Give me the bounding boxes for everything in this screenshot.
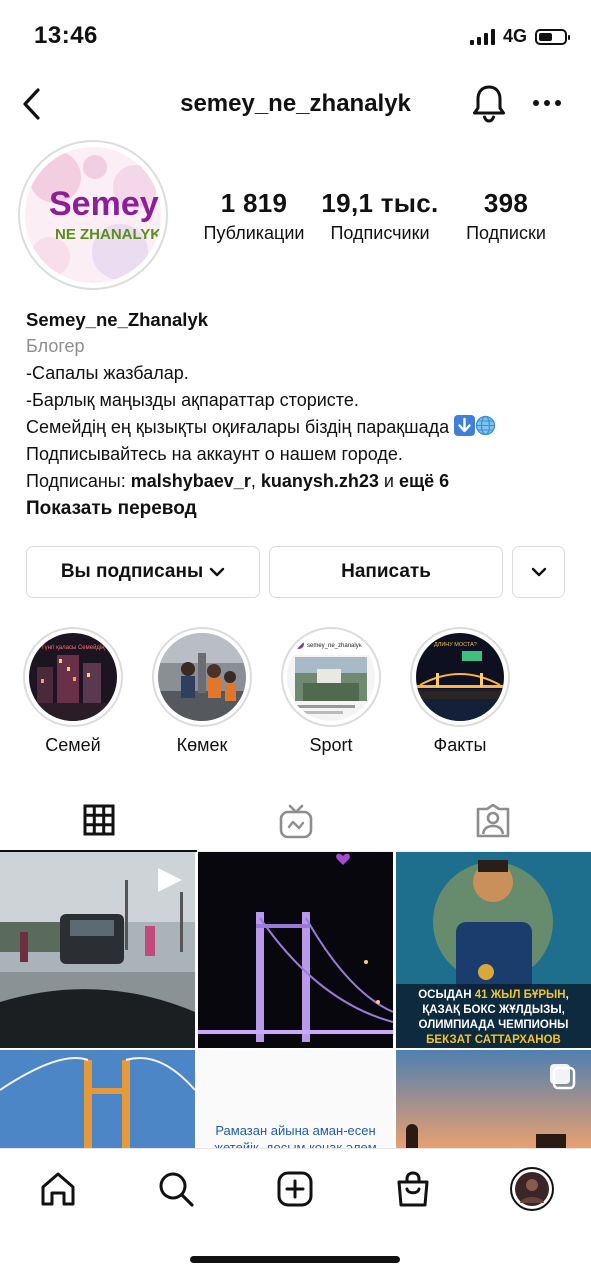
followed-by-separator: ,: [250, 471, 261, 491]
highlight-ring: [152, 627, 252, 727]
post-thumbnail[interactable]: Рамазан айына аман-есен жетейік, досым қ…: [198, 1050, 393, 1148]
grid-icon: [83, 804, 114, 836]
highlight-label: Sport: [309, 735, 353, 755]
tagged-person-icon: [476, 804, 509, 838]
following-button[interactable]: Вы подписаны: [26, 546, 260, 598]
profile-avatar[interactable]: Semey NE ZHANALYK: [18, 140, 168, 290]
post-thumbnail[interactable]: [198, 852, 393, 1048]
tab-tagged[interactable]: [394, 790, 591, 852]
followed-by-prefix: Подписаны:: [26, 471, 131, 491]
chevron-down-icon: [209, 567, 225, 577]
logo-text-ne-zhanalyk: NE ZHANALYK: [55, 226, 161, 243]
tv-icon: [279, 804, 312, 839]
logo-text-semey: Semey: [49, 185, 159, 223]
highlight-ring: semey_ne_zhanalyk: [281, 627, 381, 727]
highlight-caption-user: semey_ne_zhanalyk: [307, 643, 363, 649]
bio-line: Подписывайтесь на аккаунт о нашем городе…: [26, 444, 403, 464]
search-icon: [159, 1172, 194, 1207]
add-post-icon: [277, 1171, 313, 1207]
home-indicator: [190, 1256, 400, 1263]
status-indicators: 4G: [469, 26, 570, 47]
story-highlight[interactable]: Көмек: [152, 627, 252, 756]
post-text: Рамазан айына аман-есен жетейік, досым қ…: [214, 1123, 377, 1148]
network-type: 4G: [502, 26, 527, 46]
message-button-label: Написать: [341, 561, 431, 582]
stat-followers-value: 19,1 тыс.: [321, 188, 439, 218]
highlight-thumbnail: Түнгі қаласы Семейдің: [29, 633, 117, 721]
highlight-thumbnail: ДЛИНУ МОСТА?: [416, 633, 504, 721]
globe-emoji-icon: [475, 415, 496, 436]
following-button-label: Вы подписаны: [60, 561, 204, 582]
home-icon: [41, 1172, 75, 1206]
highlight-thumbnail: semey_ne_zhanalyk: [287, 633, 375, 721]
bio-category: Блогер: [26, 336, 85, 356]
profile-avatar-icon: [510, 1167, 554, 1211]
highlight-label: Семей: [45, 735, 101, 755]
shopping-bag-icon: [397, 1171, 429, 1207]
down-arrow-emoji-icon: [454, 415, 476, 436]
post-text-card: Рамазан айына аман-есен жетейік, досым қ…: [198, 1050, 393, 1148]
nav-search[interactable]: [156, 1169, 196, 1209]
battery-icon: [535, 28, 570, 45]
highlight-ring: Түнгі қаласы Семейдің: [23, 627, 123, 727]
bio-name: Semey_ne_Zhanalyk: [26, 309, 209, 330]
signal-icon: [469, 28, 495, 45]
bio-line: Семейдің ең қызықты оқиғалары біздің пар…: [26, 414, 576, 441]
highlight-ring: ДЛИНУ МОСТА?: [410, 627, 510, 727]
highlight-label: Факты: [433, 735, 487, 755]
nav-create[interactable]: [275, 1169, 315, 1209]
profile-tabs: [0, 790, 591, 852]
tab-igtv[interactable]: [197, 790, 394, 852]
highlight-thumbnail: [158, 633, 246, 721]
status-time: 13:46: [34, 22, 98, 49]
post-thumbnail[interactable]: [396, 1050, 591, 1148]
stat-posts-value: 1 819: [220, 188, 288, 218]
more-icon: [533, 100, 561, 106]
post-caption-text: ОСЫДАН 41 ЖЫЛ БҰРЫН, ҚАЗАҚ БОКС ЖҰЛДЫЗЫ,…: [418, 989, 569, 1046]
stat-posts[interactable]: 1 819 Публикации: [190, 188, 318, 244]
chevron-down-icon: [531, 567, 546, 577]
profile-stats: 1 819 Публикации 19,1 тыс. Подписчики 39…: [190, 188, 570, 244]
stat-followers[interactable]: 19,1 тыс. Подписчики: [318, 188, 442, 244]
highlight-caption: Түнгі қаласы Семейдің: [41, 644, 105, 651]
tab-grid[interactable]: [0, 790, 197, 852]
highlight-caption: ДЛИНУ МОСТА?: [434, 642, 477, 648]
highlight-label: Көмек: [176, 735, 228, 755]
avatar: Semey NE ZHANALYK: [25, 147, 161, 283]
followed-by-and: и: [378, 471, 399, 491]
bio-line: -Барлық маңызды ақпараттар стористе.: [26, 390, 359, 410]
stat-posts-label: Публикации: [203, 223, 305, 243]
story-highlight[interactable]: ДЛИНУ МОСТА? Факты: [410, 627, 510, 756]
profile-bio: Semey_ne_Zhanalyk Блогер -Сапалы жазбала…: [26, 306, 576, 522]
story-highlight[interactable]: Түнгі қаласы Семейдің Семей: [23, 627, 123, 756]
bio-line-text: Семейдің ең қызықты оқиғалары біздің пар…: [26, 417, 450, 437]
show-translation-link[interactable]: Показать перевод: [26, 495, 576, 522]
followed-by-user[interactable]: malshybaev_r: [131, 471, 251, 491]
nav-shop[interactable]: [393, 1169, 433, 1209]
notifications-button[interactable]: [470, 82, 508, 124]
story-highlight[interactable]: semey_ne_zhanalyk Sport: [281, 627, 381, 756]
message-button[interactable]: Написать: [269, 546, 503, 598]
stat-following-value: 398: [483, 188, 529, 218]
nav-profile[interactable]: [510, 1167, 554, 1211]
followed-by[interactable]: Подписаны: malshybaev_r, kuanysh.zh23 и …: [26, 468, 576, 495]
more-options-button[interactable]: [530, 88, 564, 118]
post-thumbnail[interactable]: [0, 1050, 195, 1148]
suggested-accounts-button[interactable]: [512, 546, 565, 598]
profile-header-bar: semey_ne_zhanalyk: [0, 78, 591, 132]
stat-followers-label: Подписчики: [330, 223, 430, 243]
battery-level: [539, 32, 553, 41]
status-bar: 13:46 4G: [0, 0, 591, 70]
nav-home[interactable]: [38, 1169, 78, 1209]
stat-following-label: Подписки: [466, 223, 546, 243]
stat-following[interactable]: 398 Подписки: [442, 188, 570, 244]
posts-grid: ОСЫДАН 41 ЖЫЛ БҰРЫН, ҚАЗАҚ БОКС ЖҰЛДЫЗЫ,…: [0, 852, 591, 1148]
followed-by-more[interactable]: ещё 6: [399, 471, 449, 491]
followed-by-user[interactable]: kuanysh.zh23: [261, 471, 379, 491]
bio-line: -Сапалы жазбалар.: [26, 363, 189, 383]
post-thumbnail[interactable]: [0, 852, 195, 1048]
bell-icon: [473, 85, 505, 123]
post-thumbnail[interactable]: ОСЫДАН 41 ЖЫЛ БҰРЫН, ҚАЗАҚ БОКС ЖҰЛДЫЗЫ,…: [396, 852, 591, 1048]
